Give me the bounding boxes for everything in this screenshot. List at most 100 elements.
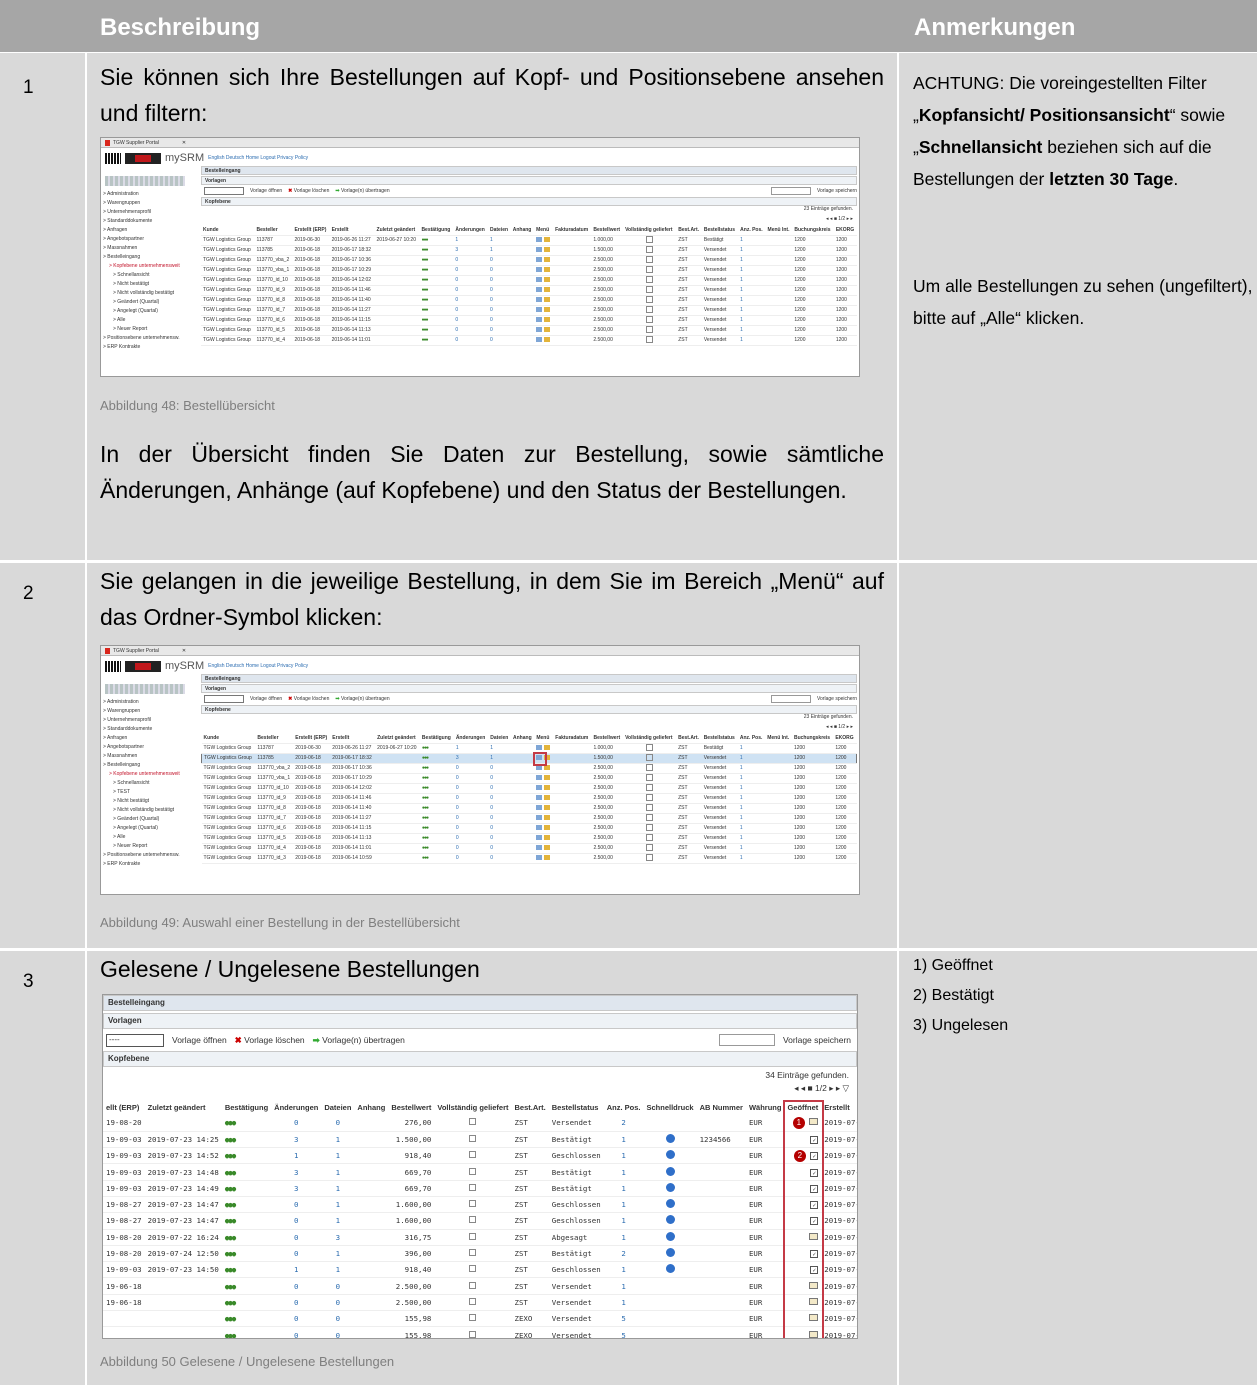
table-row[interactable]: TGW Logistics Group 113770_id_10 2019-06-1… <box>201 783 857 794</box>
menu-icon[interactable] <box>543 286 550 292</box>
sidebar-item[interactable]: > Nicht vollständig bestätigt <box>103 289 199 298</box>
table-row[interactable]: TGW Logistics Group 113770_id_8 2019-06-18… <box>201 803 857 814</box>
column-header[interactable]: Buchungskreis <box>792 226 834 236</box>
menu-cell[interactable] <box>534 793 554 804</box>
menu-icon[interactable] <box>543 256 550 262</box>
vorlage-oeffnen-button[interactable]: Vorlage öffnen <box>250 696 282 702</box>
menu-cell[interactable] <box>534 285 554 296</box>
menu-icon[interactable] <box>543 854 550 860</box>
table-row[interactable]: 19-09-03 2019-07-23 14:25 ●●● 3 1 1.500,00 ZST… <box>103 1131 857 1149</box>
menu-icon[interactable] <box>543 784 550 790</box>
menu-icon[interactable] <box>543 824 550 830</box>
menu-cell[interactable] <box>534 235 554 246</box>
vorlage-speichern-button[interactable]: Vorlage speichern <box>817 188 857 194</box>
folder-icon[interactable] <box>536 236 543 242</box>
folder-icon[interactable] <box>536 246 543 252</box>
folder-icon[interactable] <box>536 316 543 322</box>
sidebar-item[interactable]: > Positionsebene unternehmensw. <box>103 851 199 860</box>
info-icon[interactable] <box>665 1199 675 1209</box>
column-header[interactable]: Erstellt <box>821 1099 857 1115</box>
info-icon[interactable] <box>665 1182 675 1192</box>
sidebar-item[interactable]: > Nicht vollständig bestätigt <box>103 806 199 815</box>
folder-icon[interactable] <box>536 854 543 860</box>
sidebar-item[interactable]: > Nicht bestätigt <box>103 797 199 806</box>
menu-cell[interactable] <box>534 255 554 266</box>
vorlage-name-input[interactable] <box>770 695 811 703</box>
folder-icon[interactable] <box>536 276 543 282</box>
menu-icon[interactable] <box>543 844 550 850</box>
column-header[interactable]: Zuletzt geändert <box>145 1099 222 1115</box>
table-row[interactable]: TGW Logistics Group 113770_id_10 2019-06-1… <box>201 275 857 286</box>
table-row[interactable]: 19-09-03 2019-07-23 14:50 ●●● 1 1 918,40 ZST Ge… <box>103 1261 857 1279</box>
column-header[interactable]: Änderungen <box>453 226 488 236</box>
column-header[interactable]: Bestätigung <box>419 226 454 236</box>
sidebar-item[interactable]: > Schnellansicht <box>103 271 199 280</box>
vorlage-select[interactable] <box>204 695 244 703</box>
menu-cell[interactable] <box>534 265 554 276</box>
info-icon[interactable] <box>665 1231 675 1241</box>
menu-icon[interactable] <box>543 246 550 252</box>
sidebar-item[interactable]: > TEST <box>103 788 199 797</box>
sidebar-item[interactable]: > Alle <box>103 833 199 842</box>
sidebar-item[interactable]: > Anfragen <box>103 734 199 743</box>
column-header[interactable]: Besteller <box>254 226 293 236</box>
sidebar-item[interactable]: > ERP Kontrakte <box>103 860 199 869</box>
top-links[interactable]: English Deutsch Home Logout Privacy Poli… <box>208 155 308 161</box>
top-links[interactable]: English Deutsch Home Logout Privacy Poli… <box>208 663 308 669</box>
folder-icon[interactable] <box>536 286 543 292</box>
table-row[interactable]: TGW Logistics Group 113770_vba_1 2019-06-1… <box>201 265 857 276</box>
table-row[interactable]: TGW Logistics Group 113787 2019-06-30 2019-… <box>201 743 857 754</box>
table-row[interactable]: TGW Logistics Group 113770_id_5 2019-06-18… <box>201 325 857 336</box>
menu-cell[interactable] <box>534 803 554 814</box>
info-icon[interactable] <box>665 1166 675 1176</box>
table-row[interactable]: TGW Logistics Group 113770_id_9 2019-06-18… <box>201 793 857 804</box>
close-tab-icon[interactable]: ✕ <box>182 140 186 146</box>
menu-icon[interactable] <box>543 326 550 332</box>
menu-cell[interactable] <box>534 813 554 824</box>
column-header[interactable]: Best.Art. <box>676 734 702 744</box>
table-row[interactable]: 19-06-18 ●●● 0 0 2.500,00 ZST Versendet 1 EUR 201… <box>103 1294 857 1312</box>
column-header[interactable]: Anz. Pos. <box>737 734 766 744</box>
sidebar-item[interactable]: > Massnahmen <box>103 752 199 761</box>
column-header[interactable]: Dateien <box>487 226 511 236</box>
info-icon[interactable] <box>665 1215 675 1225</box>
menu-cell[interactable] <box>534 843 554 854</box>
column-header[interactable]: Erstellt <box>329 226 375 236</box>
vorlage-speichern-button[interactable]: Vorlage speichern <box>817 696 857 702</box>
sidebar-item[interactable]: > Massnahmen <box>103 244 199 253</box>
vorlage-oeffnen-button[interactable]: Vorlage öffnen <box>172 1035 227 1045</box>
column-header[interactable]: Erstellt <box>330 734 376 744</box>
browser-tab[interactable]: TGW Supplier Portal ✕ <box>101 138 859 148</box>
menu-cell[interactable] <box>534 783 554 794</box>
table-row[interactable]: TGW Logistics Group 113770_id_8 2019-06-18… <box>201 295 857 306</box>
table-row[interactable]: TGW Logistics Group 113770_id_7 2019-06-18… <box>201 813 857 824</box>
sidebar-item[interactable]: > Alle <box>103 316 199 325</box>
column-header[interactable]: Fakturadatum <box>553 226 592 236</box>
column-header[interactable]: Menü Int. <box>765 226 793 236</box>
menu-icon[interactable] <box>543 316 550 322</box>
vorlage-speichern-button[interactable]: Vorlage speichern <box>783 1035 857 1045</box>
menu-icon[interactable] <box>543 266 550 272</box>
menu-icon[interactable] <box>543 306 550 312</box>
folder-icon[interactable] <box>536 784 543 790</box>
sidebar-item[interactable]: > ERP Kontrakte <box>103 343 199 352</box>
folder-icon[interactable] <box>536 814 543 820</box>
sidebar-item[interactable]: > Angebotspartner <box>103 235 199 244</box>
folder-icon[interactable] <box>536 256 543 262</box>
menu-icon[interactable] <box>543 744 550 750</box>
sidebar-item[interactable]: > Schnellansicht <box>103 779 199 788</box>
browser-tab[interactable]: TGW Supplier Portal ✕ <box>101 646 859 656</box>
menu-icon[interactable] <box>543 794 550 800</box>
table-row[interactable]: TGW Logistics Group 113770_id_6 2019-06-18… <box>201 315 857 326</box>
sidebar-item[interactable]: > Unternehmensprofil <box>103 208 199 217</box>
pager[interactable]: ◂ ◂ ■ 1/2 ▸ ▸ <box>201 216 857 226</box>
folder-icon[interactable] <box>536 774 543 780</box>
column-header[interactable]: Bestätigung <box>419 734 454 744</box>
menu-cell[interactable] <box>534 325 554 336</box>
vorlage-select[interactable] <box>204 187 244 195</box>
table-row[interactable]: TGW Logistics Group 113770_id_7 2019-06-18… <box>201 305 857 316</box>
sidebar-item[interactable]: > Administration <box>103 190 199 199</box>
sidebar-item[interactable]: > Standarddokumente <box>103 725 199 734</box>
table-row[interactable]: TGW Logistics Group 113787 2019-06-30 2019-… <box>201 235 857 246</box>
pager[interactable]: ◂ ◂ ■ 1/2 ▸ ▸ <box>201 724 857 734</box>
